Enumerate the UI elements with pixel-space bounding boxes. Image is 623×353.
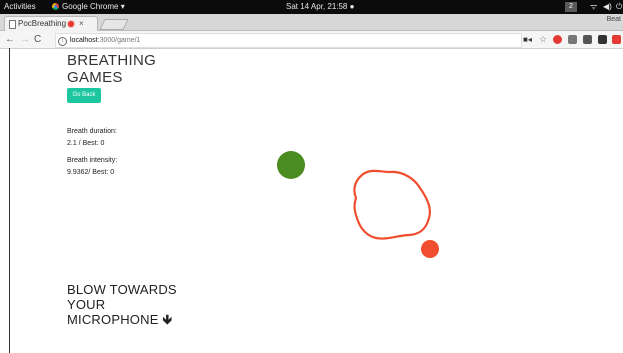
extension-gray-icon[interactable]	[568, 35, 577, 44]
new-tab-button[interactable]	[99, 19, 129, 30]
instruction-line-1: BLOW TOWARDS	[67, 282, 177, 297]
address-bar[interactable]: i localhost:3000/game/1	[55, 33, 522, 48]
url-host: localhost	[70, 37, 98, 44]
instruction-line-3-text: MICROPHONE	[67, 312, 159, 327]
url-path: :3000/game/1	[97, 37, 141, 44]
extension-dark-icon[interactable]	[598, 35, 607, 44]
power-icon[interactable]: ⏻	[616, 0, 622, 14]
page-icon	[9, 20, 16, 29]
forward-icon[interactable]: →	[20, 31, 30, 48]
tab-pocbreathing[interactable]: PocBreathing ×	[4, 16, 98, 31]
tab-close-button[interactable]: ×	[79, 17, 84, 31]
instruction-text: BLOW TOWARDS YOUR MICROPHONE 🡻	[67, 282, 177, 327]
extension-red-icon[interactable]	[612, 35, 621, 44]
extension-stop-icon[interactable]	[553, 35, 562, 44]
back-icon[interactable]: ←	[5, 31, 15, 48]
app-menu-label: Google Chrome ▾	[62, 2, 125, 11]
bookmark-star-icon[interactable]: ☆	[539, 31, 547, 48]
arrow-down-icon: 🡻	[162, 312, 173, 327]
target-ball	[421, 240, 439, 258]
instruction-line-2: YOUR	[67, 297, 106, 312]
page-content: BREATHING GAMES Go Back Breath duration:…	[0, 48, 623, 353]
tab-title: PocBreathing	[18, 19, 67, 28]
tab-strip: PocBreathing × Beat	[0, 14, 623, 31]
instruction-line-3: MICROPHONE 🡻	[67, 312, 177, 327]
recording-icon	[68, 21, 74, 27]
workspace-indicator[interactable]: 2	[565, 2, 577, 12]
profile-button[interactable]: Beat	[607, 16, 621, 23]
chrome-icon	[52, 3, 59, 10]
camera-icon[interactable]: ■◂	[523, 31, 532, 48]
player-ball	[277, 151, 305, 179]
clock[interactable]: Sat 14 Apr, 21:58 ●	[286, 0, 354, 14]
breath-outline	[353, 169, 431, 240]
reload-icon[interactable]: C	[34, 31, 41, 48]
system-top-bar: Activities Google Chrome ▾ Sat 14 Apr, 2…	[0, 0, 623, 14]
browser-toolbar: ← → C i localhost:3000/game/1 ■◂ ☆	[0, 31, 623, 49]
app-menu[interactable]: Google Chrome ▾	[52, 0, 125, 14]
activities-button[interactable]: Activities	[4, 0, 36, 14]
wifi-icon[interactable]: ᯤ	[590, 0, 597, 14]
volume-icon[interactable]: ◀)	[603, 0, 612, 14]
extension-grid-icon[interactable]	[583, 35, 592, 44]
info-icon[interactable]: i	[58, 37, 67, 46]
